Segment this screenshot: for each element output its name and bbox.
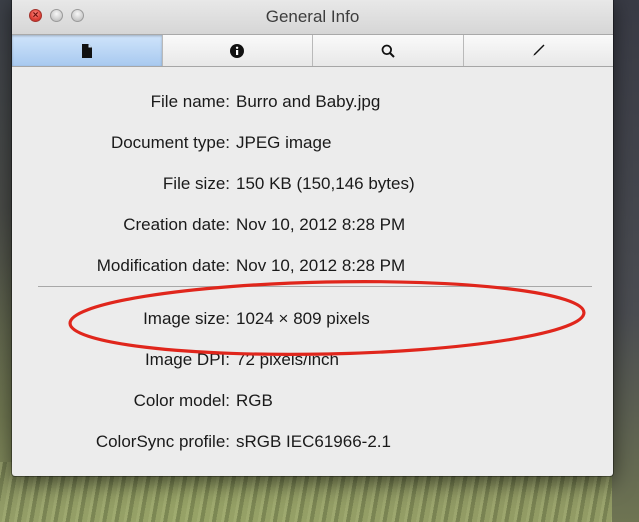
info-row-file-size: File size: 150 KB (150,146 bytes) — [12, 169, 613, 199]
image-size-label: Image size: — [143, 309, 230, 328]
document-type-value: JPEG image — [236, 133, 332, 152]
creation-date-label: Creation date: — [123, 215, 230, 234]
section-divider — [38, 286, 592, 287]
modification-date-label: Modification date: — [96, 256, 230, 275]
color-model-value: RGB — [236, 391, 273, 410]
info-row-creation-date: Creation date: Nov 10, 2012 8:28 PM — [12, 210, 613, 240]
info-row-document-type: Document type: JPEG image — [12, 128, 613, 158]
image-dpi-label: Image DPI: — [144, 350, 230, 369]
image-dpi-value: 72 pixels/inch — [236, 350, 340, 369]
file-name-label: File name: — [150, 92, 230, 111]
document-icon — [81, 43, 92, 58]
image-size-value: 1024 × 809 pixels — [236, 309, 370, 328]
window-title: General Info — [265, 7, 360, 26]
colorsync-profile-value: sRGB IEC61966-2.1 — [236, 432, 391, 451]
magnifier-icon — [381, 44, 395, 58]
modification-date-value: Nov 10, 2012 8:28 PM — [236, 256, 406, 275]
info-row-file-name: File name: Burro and Baby.jpg — [12, 87, 613, 117]
document-type-label: Document type: — [110, 133, 230, 152]
info-row-color-model: Color model: RGB — [12, 386, 613, 416]
file-size-label: File size: — [162, 174, 230, 193]
pen-icon — [532, 44, 545, 57]
info-row-modification-date: Modification date: Nov 10, 2012 8:28 PM — [12, 251, 613, 281]
file-size-value: 150 KB (150,146 bytes) — [236, 174, 415, 193]
inspector-tab-bar — [12, 35, 613, 67]
info-icon — [230, 43, 245, 58]
tab-general-info[interactable] — [12, 35, 163, 66]
tab-annotations[interactable] — [464, 35, 614, 66]
info-row-image-dpi: Image DPI: 72 pixels/inch — [12, 345, 613, 375]
desktop-right-edge — [612, 0, 639, 522]
info-panel: File name: Burro and Baby.jpg Document t… — [12, 67, 613, 476]
file-name-value: Burro and Baby.jpg — [236, 92, 381, 111]
tab-more-info[interactable] — [163, 35, 313, 66]
color-model-label: Color model: — [133, 391, 230, 410]
info-row-colorsync-profile: ColorSync profile: sRGB IEC61966-2.1 — [12, 427, 613, 457]
general-info-window: × General Info File name: Burro and Baby… — [12, 0, 613, 476]
info-row-image-size: Image size: 1024 × 809 pixels — [12, 304, 613, 334]
tab-keywords[interactable] — [313, 35, 464, 66]
colorsync-profile-label: ColorSync profile: — [95, 432, 230, 451]
creation-date-value: Nov 10, 2012 8:28 PM — [236, 215, 406, 234]
title-bar[interactable]: × General Info — [12, 0, 613, 35]
